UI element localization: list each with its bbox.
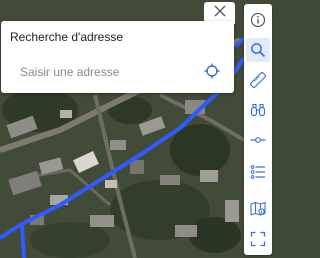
map-legend-button[interactable] <box>246 197 270 221</box>
search-icon <box>250 42 266 58</box>
address-search-input[interactable] <box>10 61 210 83</box>
info-icon <box>250 12 266 28</box>
binoculars-icon <box>250 102 266 118</box>
layers-button[interactable] <box>246 160 270 184</box>
map-toolbar <box>244 4 272 255</box>
locate-button[interactable] <box>201 62 223 84</box>
ruler-icon <box>250 72 266 88</box>
close-icon <box>214 4 226 22</box>
map-legend-icon <box>250 201 266 217</box>
address-search-panel: Recherche d'adresse <box>1 21 234 93</box>
fullscreen-button[interactable] <box>246 227 270 251</box>
street-view-button[interactable] <box>246 98 270 122</box>
layers-list-icon <box>250 164 266 180</box>
panel-title: Recherche d'adresse <box>10 30 124 44</box>
search-tool-button[interactable] <box>246 38 270 62</box>
fullscreen-icon <box>250 231 266 247</box>
crosshair-icon <box>204 63 220 84</box>
measure-button[interactable] <box>246 68 270 92</box>
route-branch <box>20 225 26 258</box>
profile-button[interactable] <box>246 128 270 152</box>
info-button[interactable] <box>246 8 270 32</box>
profile-line-icon <box>250 132 266 148</box>
